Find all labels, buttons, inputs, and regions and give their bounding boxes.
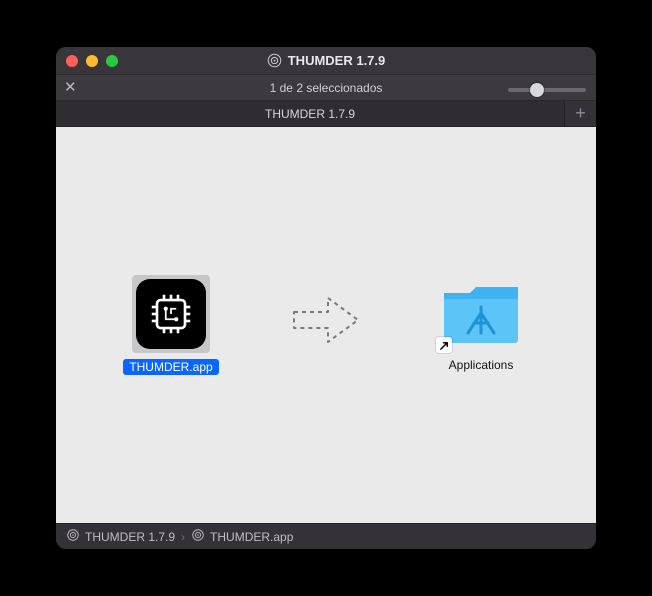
tab-active[interactable]: THUMDER 1.7.9 bbox=[56, 101, 564, 126]
breadcrumb-root-label: THUMDER 1.7.9 bbox=[85, 530, 175, 544]
app-icon-wrap bbox=[132, 275, 210, 353]
toolbar: ✕ 1 de 2 seleccionados bbox=[56, 75, 596, 101]
applications-item-label: Applications bbox=[443, 357, 520, 373]
close-toolbar-button[interactable]: ✕ bbox=[64, 80, 77, 95]
app-item-label: THUMDER.app bbox=[123, 359, 218, 375]
breadcrumb-separator: › bbox=[181, 530, 185, 544]
new-tab-button[interactable]: + bbox=[564, 101, 596, 126]
dmg-layout: THUMDER.app bbox=[56, 127, 596, 523]
applications-folder-icon bbox=[438, 277, 524, 351]
content-area[interactable]: THUMDER.app bbox=[56, 127, 596, 523]
app-mini-icon bbox=[191, 528, 205, 545]
app-item[interactable]: THUMDER.app bbox=[116, 275, 226, 375]
minimize-window-button[interactable] bbox=[86, 55, 98, 67]
window-title: THUMDER 1.7.9 bbox=[288, 53, 386, 68]
traffic-lights bbox=[66, 55, 118, 67]
volume-icon bbox=[66, 528, 80, 545]
tab-label: THUMDER 1.7.9 bbox=[265, 107, 355, 121]
breadcrumb-root[interactable]: THUMDER 1.7.9 bbox=[66, 528, 175, 545]
applications-item[interactable]: Applications bbox=[426, 277, 536, 373]
close-window-button[interactable] bbox=[66, 55, 78, 67]
app-icon bbox=[136, 279, 206, 349]
path-bar: THUMDER 1.7.9 › THUMDER.app bbox=[56, 523, 596, 549]
breadcrumb-leaf[interactable]: THUMDER.app bbox=[191, 528, 293, 545]
icon-size-slider[interactable] bbox=[508, 80, 586, 96]
volume-icon bbox=[267, 53, 282, 68]
alias-arrow-icon bbox=[436, 337, 452, 353]
zoom-window-button[interactable] bbox=[106, 55, 118, 67]
drag-arrow-icon bbox=[286, 292, 366, 348]
finder-window: THUMDER 1.7.9 ✕ 1 de 2 seleccionados THU… bbox=[56, 47, 596, 549]
titlebar: THUMDER 1.7.9 bbox=[56, 47, 596, 75]
tab-bar: THUMDER 1.7.9 + bbox=[56, 101, 596, 127]
breadcrumb-leaf-label: THUMDER.app bbox=[210, 530, 293, 544]
